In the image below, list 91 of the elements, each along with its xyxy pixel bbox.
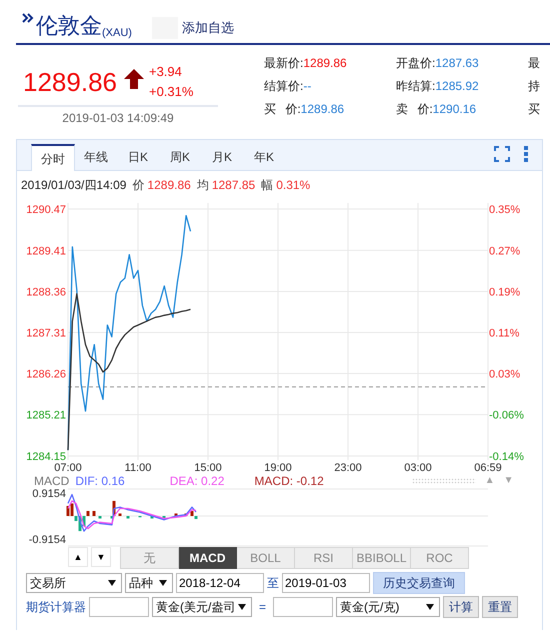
amount-field[interactable] [89, 597, 149, 617]
axis-label: 0.11% [489, 328, 520, 340]
dropdown[interactable]: 黄金(元/克) [336, 597, 440, 617]
quote-time: 2019-01-03 14:09:49 [61, 111, 175, 125]
info-value: 1287.85 [212, 178, 256, 192]
dotted-handle[interactable] [412, 478, 476, 484]
axis-label: 1289.41 [26, 245, 66, 258]
dropdown[interactable]: 品种 [125, 573, 173, 593]
price-change: +3.94 [148, 63, 183, 81]
caret-icon [159, 580, 167, 586]
dropdown-value: 交易所 [30, 574, 66, 592]
quote-label: 昨结算: [396, 79, 436, 93]
axis-label: 1285.21 [26, 410, 66, 422]
scroll-button[interactable]: ▼ [91, 547, 111, 567]
result-field[interactable] [273, 597, 334, 617]
axis-label: 1287.31 [26, 328, 66, 340]
caret-icon [238, 604, 246, 610]
axis-label: -0.14% [489, 451, 524, 463]
axis-label: 19:00 [264, 462, 292, 474]
axis-label: 0.03% [489, 368, 520, 381]
quote-value: 1289.86 [303, 56, 347, 70]
quote-label: 买 [528, 102, 540, 116]
legend-value: DEA: 0.22 [170, 475, 224, 487]
axis-label: 0.19% [489, 286, 520, 298]
caret-icon [108, 580, 116, 586]
axis-label: 1290.47 [26, 204, 66, 216]
info-value: 1289.86 [147, 178, 191, 192]
quote-label: 卖 价: [396, 102, 433, 116]
scroll-button[interactable]: ▲ [68, 547, 88, 567]
quote-label: 开盘价: [396, 56, 436, 70]
axis-label: 1284.15 [26, 451, 66, 463]
info-label: 价 [132, 178, 144, 192]
fullscreen-icon[interactable] [494, 146, 510, 162]
calc-button[interactable]: 重置 [482, 596, 518, 618]
quote-label: 结算价: [264, 79, 304, 93]
date-field[interactable]: 2018-12-04 [176, 573, 264, 593]
symbol-code: (XAU) [102, 27, 132, 39]
caret-icon [426, 604, 434, 610]
indicator-label: MACD [34, 475, 70, 487]
period-tab[interactable]: 日K [117, 144, 159, 170]
period-tab[interactable]: 分时 [31, 144, 75, 171]
period-tab[interactable]: 周K [159, 144, 201, 170]
page-title: 伦敦金 [36, 13, 102, 39]
calc-button[interactable]: 计算 [443, 596, 480, 618]
history-query-button[interactable]: 历史交易查询 [373, 572, 465, 594]
quote-value: 1290.16 [432, 102, 476, 116]
period-tab[interactable]: 年K [243, 144, 285, 170]
axis-label: -0.06% [489, 410, 524, 422]
axis-label: 0.9154 [32, 488, 66, 500]
double-chevron-icon [22, 13, 34, 23]
equals-sign: = [259, 600, 266, 614]
quote-label: 最 [528, 56, 540, 70]
indicator-tab[interactable]: MACD [179, 547, 237, 569]
axis-label: 0.35% [489, 204, 520, 216]
quote-label: 最新价: [264, 56, 304, 70]
quote-label: 持 [528, 79, 540, 93]
axis-label: 0.27% [489, 245, 520, 258]
axis-label: 06:59 [474, 462, 502, 474]
info-value: 0.31% [276, 178, 310, 192]
info-label: 均 [196, 178, 209, 192]
calculator-label: 期货计算器 [26, 598, 86, 616]
axis-label: 15:00 [194, 462, 222, 474]
info-label: 幅 [261, 178, 274, 192]
info-time: 2019/01/03/四14:09 [21, 178, 126, 192]
quote-label: 买 价: [264, 102, 301, 116]
quote-value: 1285.92 [435, 79, 479, 93]
more-menu-icon[interactable] [524, 146, 528, 162]
percent-change: +0.31% [148, 83, 194, 101]
period-tab[interactable]: 月K [201, 144, 243, 170]
last-price: 1289.86 [23, 66, 117, 98]
dropdown-value: 黄金(美元/盎司 [156, 598, 236, 616]
axis-label: 11:00 [124, 462, 152, 474]
quote-value: 1287.63 [435, 56, 479, 70]
date-field[interactable]: 2019-01-03 [282, 573, 370, 593]
dropdown-value: 品种 [129, 574, 153, 592]
axis-label: -0.9154 [28, 534, 66, 546]
dropdown[interactable]: 黄金(美元/盎司 [152, 597, 252, 617]
axis-label: 23:00 [334, 462, 362, 474]
legend-value: MACD: -0.12 [254, 475, 324, 487]
axis-label: 07:00 [54, 462, 82, 474]
axis-label: 1288.36 [26, 286, 66, 298]
axis-label: 03:00 [404, 462, 432, 474]
quote-value: 1289.86 [300, 102, 344, 116]
dropdown-value: 黄金(元/克) [340, 598, 400, 616]
legend-value: DIF: 0.16 [75, 475, 125, 487]
dropdown[interactable]: 交易所 [26, 573, 122, 593]
range-label: 至 [267, 574, 279, 592]
quote-value: -- [303, 79, 312, 93]
axis-label: 1286.26 [26, 368, 66, 381]
add-watchlist-link[interactable]: 添加自选 [182, 19, 234, 37]
period-tab[interactable]: 年线 [75, 144, 117, 170]
